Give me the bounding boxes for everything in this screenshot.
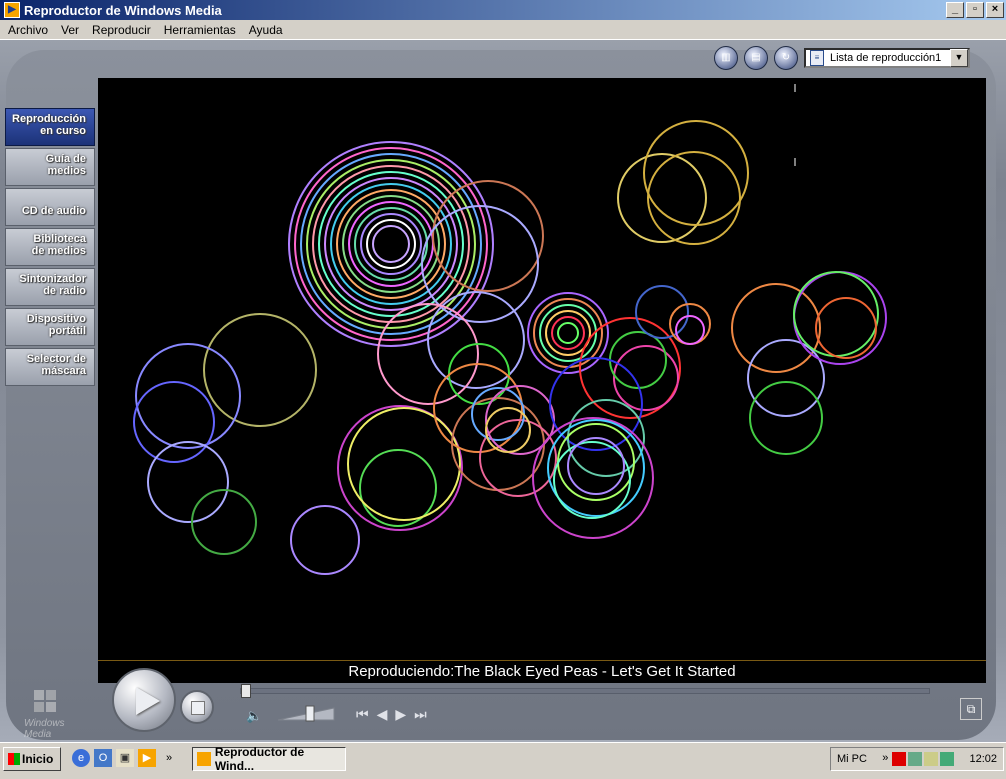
previous-icon[interactable]: ⏮ [356, 706, 369, 723]
wmp-quicklaunch-icon[interactable]: ▶ [138, 749, 156, 767]
equalizer-icon[interactable]: ▥ [714, 46, 738, 70]
sidebar-item-radio-tuner[interactable]: Sintonizador de radio [5, 268, 95, 306]
sidebar-item-skin-chooser[interactable]: Selector de máscara [5, 348, 95, 386]
wmp-task-icon [197, 752, 211, 766]
player-frame: ▥ ▤ ↻ ≡ Lista de reproducción1 ▼ Reprodu… [0, 40, 1006, 742]
desktop-icon[interactable]: ▣ [116, 749, 134, 767]
seek-bar[interactable] [240, 684, 930, 698]
visualization-graphic [133, 84, 887, 575]
wmp-app-icon: ▶ [4, 2, 20, 18]
start-button[interactable]: Inicio [3, 747, 61, 771]
logo-text: Windows Media [24, 718, 65, 740]
sidebar-item-media-library[interactable]: Biblioteca de medios [5, 228, 95, 266]
menu-bar: Archivo Ver Reproducir Herramientas Ayud… [0, 20, 1006, 40]
ati-icon[interactable] [892, 752, 907, 766]
sidebar-item-audio-cd[interactable]: CD de audio [5, 188, 95, 226]
network-icon[interactable] [908, 752, 923, 766]
tray-icons: » [882, 752, 955, 766]
start-label: Inicio [22, 752, 54, 766]
compact-mode-icon[interactable]: ⧉ [960, 698, 982, 720]
volume-tray-icon[interactable] [924, 752, 939, 766]
play-button[interactable] [112, 668, 176, 732]
mypc-label[interactable]: Mi PC [837, 753, 867, 765]
transport-buttons: ⏮ ◀ ▶ ⏭ [356, 706, 427, 723]
menu-archivo[interactable]: Archivo [0, 23, 53, 37]
mute-speaker-icon[interactable]: 🔈 [246, 708, 262, 724]
volume-slider[interactable] [276, 704, 336, 722]
window-titlebar[interactable]: ▶ Reproductor de Windows Media _ ▫ × [0, 0, 1006, 20]
outlook-icon[interactable]: O [94, 749, 112, 767]
quick-launch: e O ▣ ▶ » [72, 749, 178, 767]
visualization-area[interactable] [98, 78, 986, 660]
clock: 12:02 [969, 753, 997, 765]
system-tray: Mi PC » 12:02 [830, 747, 1004, 771]
playlist-dropdown-value: Lista de reproducción1 [830, 52, 942, 64]
window-title: Reproductor de Windows Media [24, 2, 222, 18]
maximize-button[interactable]: ▫ [966, 2, 984, 18]
quicklaunch-chevron[interactable]: » [160, 749, 178, 767]
sidebar-item-portable-device[interactable]: Dispositivo portátil [5, 308, 95, 346]
ie-icon[interactable]: e [72, 749, 90, 767]
task-button-wmp[interactable]: Reproductor de Wind... [192, 745, 346, 773]
playlist-dropdown[interactable]: ≡ Lista de reproducción1 ▼ [804, 48, 970, 68]
close-button[interactable]: × [986, 2, 1004, 18]
stop-button[interactable] [180, 690, 214, 724]
chevron-down-icon[interactable]: ▼ [950, 49, 968, 67]
start-flag-icon [8, 753, 20, 765]
menu-herramientas[interactable]: Herramientas [156, 23, 241, 37]
stop-icon [191, 701, 205, 715]
playlist-toggle-icon[interactable]: ▤ [744, 46, 768, 70]
menu-reproducir[interactable]: Reproducir [84, 23, 156, 37]
sidebar-item-now-playing[interactable]: Reproducción en curso [5, 108, 95, 146]
window-controls: _ ▫ × [946, 2, 1004, 18]
seek-thumb[interactable] [241, 684, 251, 698]
windows-media-logo: Windows Media [18, 688, 74, 740]
playback-controls: Windows Media 🔈 ⏮ ◀ ▶ ⏭ ⧉ [0, 662, 1006, 742]
shuffle-icon[interactable]: ↻ [774, 46, 798, 70]
sidebar-nav: Reproducción en curso Guía de medios CD … [5, 108, 95, 388]
play-icon [136, 687, 160, 715]
menu-ayuda[interactable]: Ayuda [241, 23, 288, 37]
next-icon[interactable]: ⏭ [414, 706, 427, 723]
minimize-button[interactable]: _ [946, 2, 964, 18]
fast-forward-icon[interactable]: ▶ [395, 706, 406, 723]
taskbar: Inicio e O ▣ ▶ » Reproductor de Wind... … [0, 742, 1006, 779]
users-icon[interactable] [940, 752, 955, 766]
tray-chevron[interactable]: » [882, 752, 890, 766]
windows-flag-icon [34, 690, 56, 712]
top-toolbar: ▥ ▤ ↻ ≡ Lista de reproducción1 ▼ [714, 46, 970, 70]
task-button-label: Reproductor de Wind... [214, 745, 305, 773]
menu-ver[interactable]: Ver [53, 23, 84, 37]
sidebar-item-media-guide[interactable]: Guía de medios [5, 148, 95, 186]
rewind-icon[interactable]: ◀ [377, 706, 388, 723]
playlist-doc-icon: ≡ [810, 50, 824, 66]
